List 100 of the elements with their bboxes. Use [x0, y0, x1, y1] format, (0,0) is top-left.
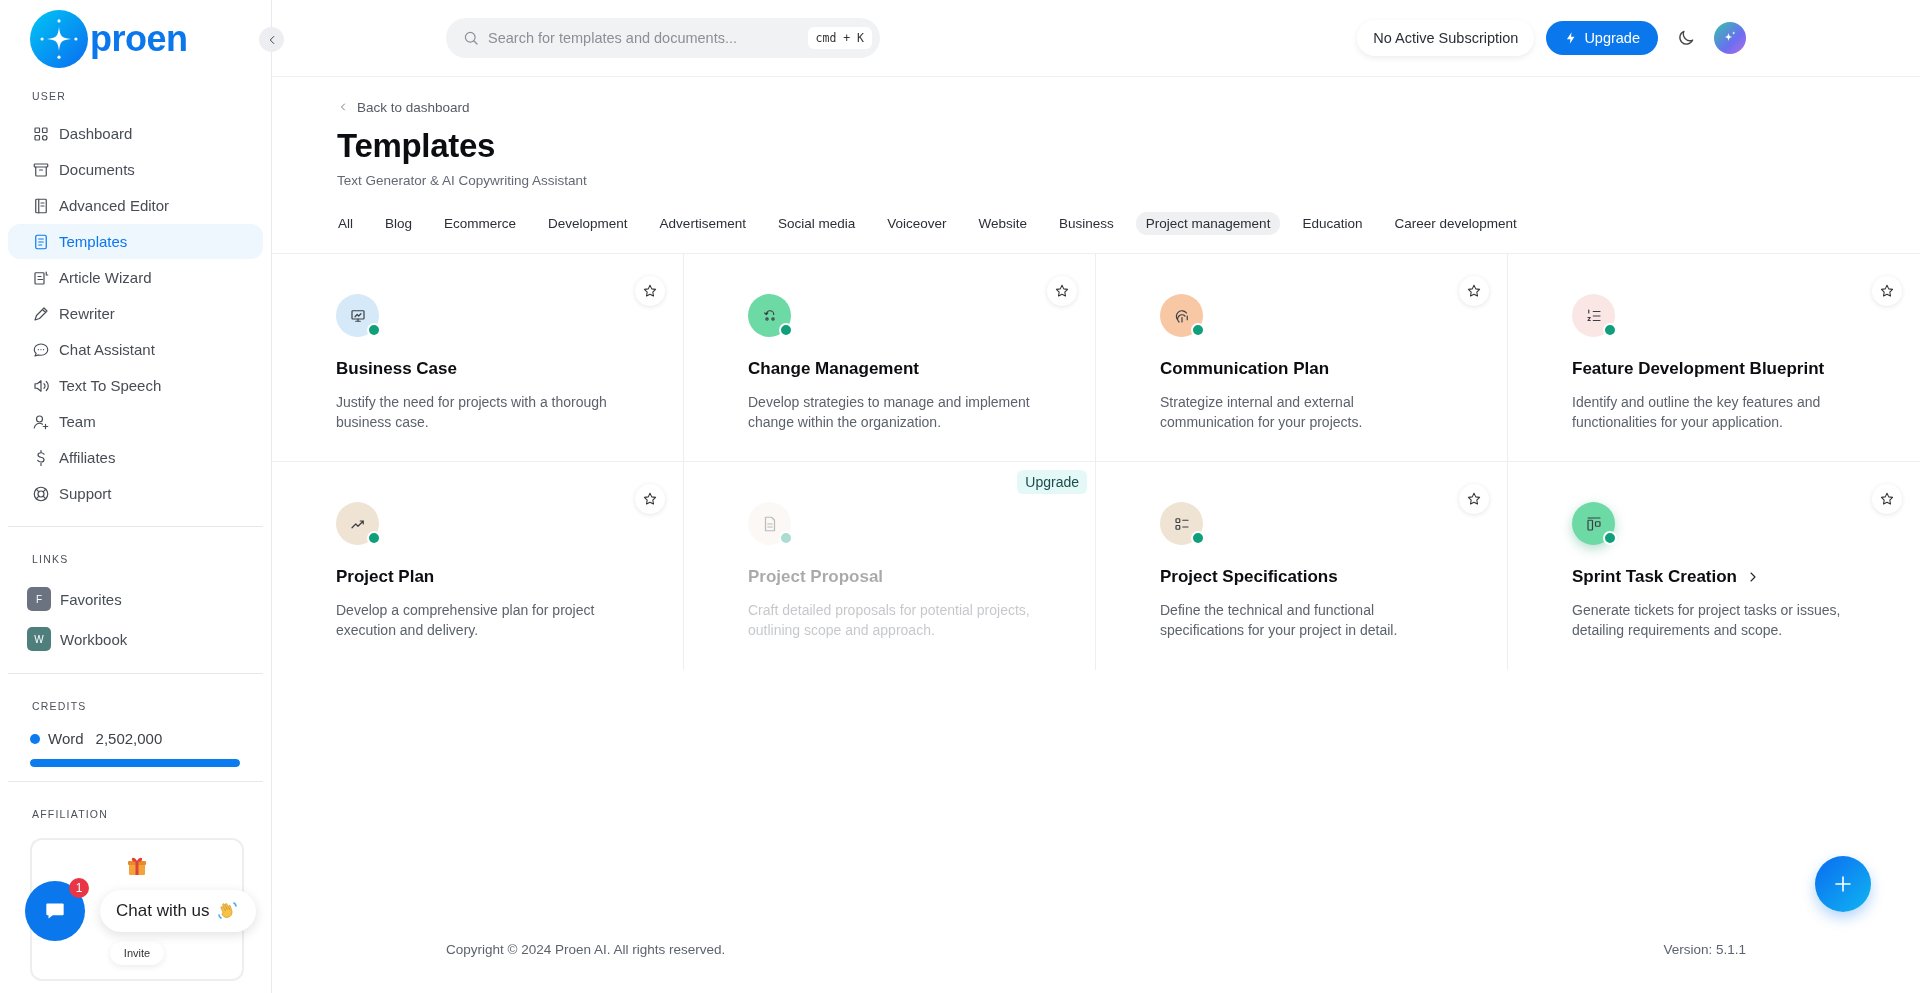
card-description: Identify and outline the key features and functionalities for your application.: [1572, 393, 1822, 432]
card-title: Project Proposal: [748, 567, 884, 587]
page-title: Templates: [337, 127, 497, 165]
star-icon: [1054, 283, 1070, 299]
version-text: Version: 5.1.1: [1663, 942, 1746, 957]
status-dot: [1191, 323, 1205, 337]
filter-tab[interactable]: Social media: [767, 212, 866, 235]
favorite-button[interactable]: [1459, 276, 1489, 306]
add-button[interactable]: [1815, 856, 1871, 912]
moon-icon: [1676, 28, 1696, 48]
nav-item[interactable]: Article Wizard: [8, 260, 263, 295]
card-description: Define the technical and functional specifications for your project in detail.: [1160, 601, 1399, 640]
star-icon: [1466, 491, 1482, 507]
status-dot: [367, 531, 381, 545]
logo-text: proen: [90, 18, 188, 60]
card-title: Sprint Task Creation: [1572, 567, 1737, 587]
status-dot: [1603, 323, 1617, 337]
card-title: Business Case: [336, 359, 457, 379]
star-icon: [1879, 491, 1895, 507]
nav-item[interactable]: Team: [8, 404, 263, 439]
filter-tab[interactable]: Career development: [1384, 212, 1527, 235]
filter-tab[interactable]: Project management: [1135, 212, 1281, 235]
favorite-button[interactable]: [1047, 276, 1077, 306]
card-title: Project Plan: [336, 567, 435, 587]
filter-tab[interactable]: Business: [1049, 212, 1124, 235]
template-card[interactable]: Project Specifications Define the technical and functional specifications for your project in detail.: [1096, 462, 1508, 670]
status-dot: [1603, 531, 1617, 545]
letter-avatar: F: [27, 587, 51, 611]
lifebuoy-icon: [32, 484, 50, 503]
card-title: Project Specifications: [1160, 567, 1338, 587]
nav-item[interactable]: Chat Assistant: [8, 332, 263, 367]
chat-button[interactable]: [25, 881, 85, 941]
copyright-text: Copyright © 2024 Proen AI. All rights reserved.: [446, 942, 726, 957]
document-icon: [32, 232, 50, 251]
template-card[interactable]: Business Case Justify the need for projects with a thorough business case.: [272, 254, 684, 462]
card-description: Justify the need for projects with a thorough business case.: [336, 393, 608, 432]
filter-tab[interactable]: Education: [1292, 212, 1373, 235]
template-card[interactable]: Change Management Develop strategies to manage and implement change within the organization.: [684, 254, 1096, 462]
search-icon: [462, 29, 480, 47]
avatar-button[interactable]: [1714, 22, 1746, 54]
filter-tab[interactable]: Ecommerce: [434, 212, 527, 235]
card-description: Craft detailed proposals for potential projects, outlining scope and approach.: [748, 601, 1030, 640]
chat-bubble-icon: [32, 340, 50, 359]
user-plus-icon: [32, 412, 50, 431]
credit-value: 2,502,000: [95, 730, 163, 747]
template-card[interactable]: Project Plan Develop a comprehensive plan for project execution and delivery.: [272, 462, 684, 670]
nav-item[interactable]: Templates: [8, 224, 263, 259]
template-card[interactable]: Sprint Task Creation Generate tickets for project tasks or issues, detailing requirements and scope.: [1508, 462, 1920, 670]
card-title: Feature Development Blueprint: [1572, 359, 1825, 379]
filter-tab[interactable]: Voiceover: [877, 212, 957, 235]
status-dot: [367, 323, 381, 337]
nav-item[interactable]: Affiliates: [8, 440, 263, 475]
card-description: Strategize internal and external communication for your projects.: [1160, 393, 1364, 432]
card-description: Develop strategies to manage and implement change within the organization.: [748, 393, 1030, 432]
filter-tab[interactable]: Website: [968, 212, 1038, 235]
credit-label: Word: [48, 730, 84, 747]
card-description: Develop a comprehensive plan for project execution and delivery.: [336, 601, 596, 640]
upgrade-badge: Upgrade: [1017, 470, 1087, 494]
favorite-button[interactable]: [635, 276, 665, 306]
favorite-button[interactable]: [1872, 484, 1902, 514]
nav-item[interactable]: Advanced Editor: [8, 188, 263, 223]
logo-icon: [30, 10, 88, 68]
favorite-button[interactable]: [1459, 484, 1489, 514]
star-icon: [642, 283, 658, 299]
back-link[interactable]: Back to dashboard: [337, 99, 470, 115]
card-title: Communication Plan: [1160, 359, 1330, 379]
star-icon: [1466, 283, 1482, 299]
star-icon: [1879, 283, 1895, 299]
filter-tab[interactable]: Blog: [375, 212, 423, 235]
link-item[interactable]: W Workbook: [8, 619, 263, 659]
chat-prompt-text: Chat with us: [116, 901, 210, 921]
filter-tab[interactable]: All: [328, 212, 363, 235]
subscription-button[interactable]: No Active Subscription: [1357, 20, 1535, 56]
nav-item[interactable]: Dashboard: [8, 116, 263, 151]
invite-button[interactable]: Invite: [109, 941, 165, 965]
link-item[interactable]: F Favorites: [8, 579, 263, 619]
favorite-button[interactable]: [1872, 276, 1902, 306]
shortcut-hint: cmd + K: [807, 27, 872, 49]
section-heading: AFFILIATION: [31, 807, 109, 822]
section-heading: LINKS: [31, 552, 70, 567]
filter-tab[interactable]: Advertisement: [649, 212, 756, 235]
favorite-button[interactable]: [635, 484, 665, 514]
document-sparkle-icon: [32, 268, 50, 287]
book-icon: [32, 196, 50, 215]
status-dot: [1191, 531, 1205, 545]
section-heading: USER: [31, 89, 67, 104]
card-description: Generate tickets for project tasks or issues, detailing requirements and scope.: [1572, 601, 1842, 640]
nav-item[interactable]: Text To Speech: [8, 368, 263, 403]
letter-avatar: W: [27, 627, 51, 651]
card-title: Change Management: [748, 359, 919, 379]
template-card[interactable]: Feature Development Blueprint Identify and outline the key features and functionalities for your application.: [1508, 254, 1920, 462]
nav-item[interactable]: Rewriter: [8, 296, 263, 331]
upgrade-button[interactable]: Upgrade: [1546, 21, 1658, 55]
nav-item[interactable]: Support: [8, 476, 263, 511]
nav-item[interactable]: Documents: [8, 152, 263, 187]
notification-badge: 1: [69, 878, 89, 898]
section-heading: CREDITS: [31, 699, 88, 714]
template-card[interactable]: Communication Plan Strategize internal and external communication for your projects.: [1096, 254, 1508, 462]
board-icon: [1584, 514, 1603, 533]
filter-tab[interactable]: Development: [538, 212, 638, 235]
